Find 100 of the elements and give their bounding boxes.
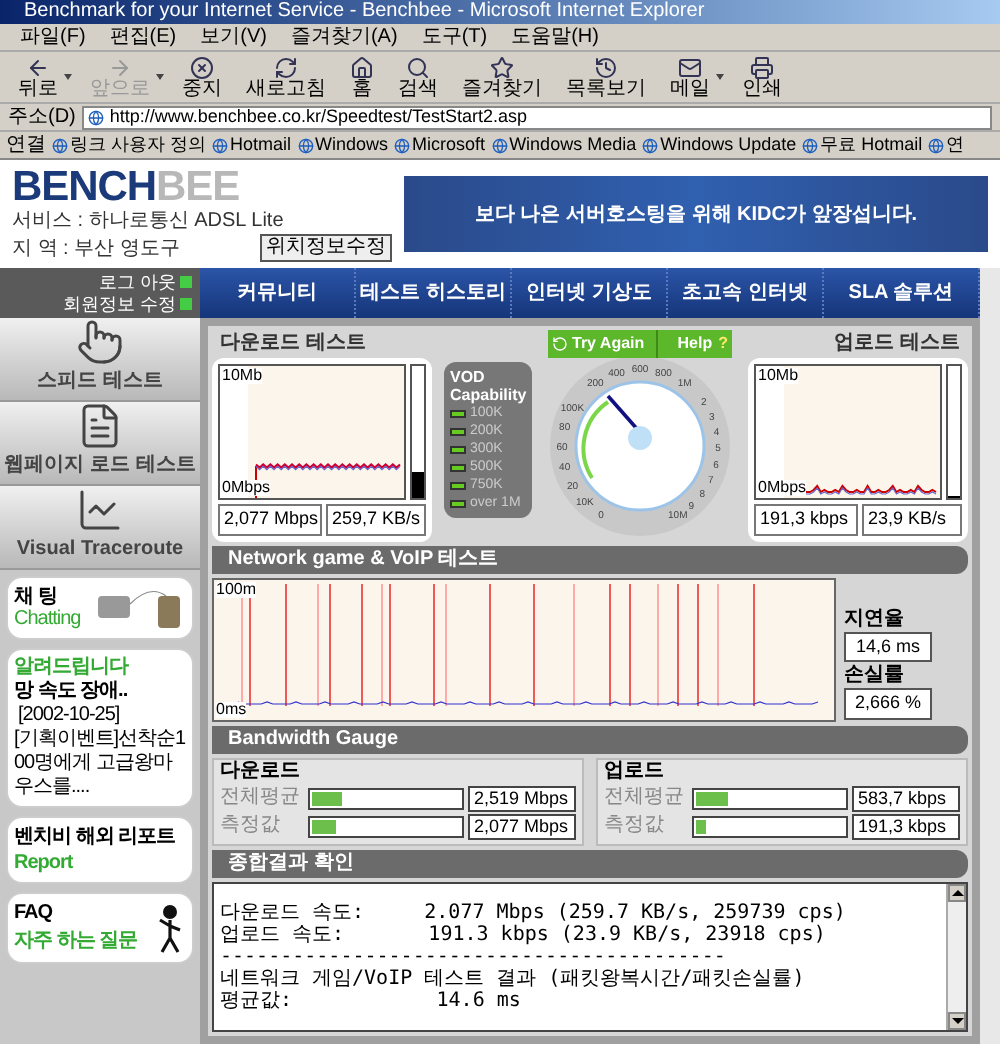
gauge-value: 191,3 kbps [852, 813, 960, 839]
result-line: 업로드 속도: 191.3 kbps (23.9 KB/s, 23918 cps) [220, 923, 826, 946]
sidebar-item[interactable]: 스피드 테스트 [0, 318, 200, 402]
link-item[interactable]: 연 [928, 136, 965, 154]
menu-item[interactable]: 파일(F) [20, 27, 86, 47]
sidebar-item[interactable]: Visual Traceroute [0, 486, 200, 570]
link-item[interactable]: Hotmail [212, 136, 292, 154]
result-line: ------------------------------------------ [220, 945, 728, 968]
page-icon [87, 109, 104, 125]
service-info: 서비스 : 하나로통신 ADSL Lite [12, 210, 286, 232]
rate-readout: 259,7 KB/s [326, 504, 426, 535]
page-icon [297, 137, 314, 153]
link-item[interactable]: Windows Update [642, 136, 797, 154]
loss-label: 손실률 [844, 664, 906, 686]
scroll-up-icon[interactable] [948, 883, 966, 901]
gauge-label: 측정값 [220, 814, 282, 838]
stop-icon [190, 55, 214, 79]
link-item[interactable]: Windows [297, 136, 389, 154]
account-link[interactable]: 회원정보 수정 [62, 294, 192, 314]
latency-label: 지연율 [844, 607, 906, 629]
link-item[interactable]: 링크 사용자 정의 [52, 136, 207, 154]
link-item[interactable]: 무료 Hotmail [802, 136, 923, 154]
axis-label: 0Mbps [222, 480, 271, 496]
toolbar-button[interactable]: 뒤로 [12, 55, 64, 99]
faq-card[interactable]: FAQ 자주 하는 질문 [6, 892, 194, 964]
toolbar-button[interactable]: 목록보기 [560, 55, 652, 99]
panel-title: 다운로드 테스트 [218, 330, 368, 358]
rate-readout: 23,9 KB/s [862, 504, 962, 535]
gauge-value: 583,7 kbps [852, 785, 960, 811]
page-icon [802, 137, 819, 153]
address-label: 주소(D) [8, 107, 76, 127]
card-title: FAQ [14, 900, 55, 928]
report-card[interactable]: 벤치비 해외 리포트 Report [6, 816, 194, 884]
window-title: Benchmark for your Internet Service - Benchbee - Microsoft Internet Explorer [0, 0, 1000, 24]
printer-icon [750, 55, 774, 79]
section-header: 종합결과 확인 [212, 849, 968, 877]
gauge-value: 2,077 Mbps [468, 813, 576, 839]
line-chart-icon [76, 486, 124, 534]
home-icon [350, 55, 374, 79]
menu-item[interactable]: 도움말(H) [511, 27, 599, 47]
notice-date: [2002-10-25] [16, 704, 122, 728]
axis-label: 10Mb [758, 368, 799, 384]
menu-item[interactable]: 도구(T) [421, 27, 488, 47]
card-title: 벤치비 해외 리포트 [14, 824, 178, 850]
search-icon [406, 55, 430, 79]
thinking-figure-drawing [154, 902, 186, 954]
result-line: 다운로드 속도: 2.077 Mbps (259.7 KB/s, 259739 cps) [220, 901, 848, 924]
result-line: 네트워크 게임/VoIP 테스트 결과 (패킷왕복시간/패킷손실률) [220, 967, 807, 990]
scroll-down-icon[interactable] [948, 1012, 966, 1030]
menu-item[interactable]: 보기(V) [200, 27, 267, 47]
chat-card[interactable]: 채 팅 Chatting [6, 576, 194, 640]
gauge-label: 전체평균 [604, 786, 686, 810]
location-edit-button[interactable]: 위치정보수정 [260, 234, 392, 262]
arrow-left-icon [26, 55, 50, 79]
toolbar-button[interactable]: 홈 [344, 55, 380, 99]
toolbar-button[interactable]: 검색 [392, 55, 444, 99]
toolbar-button[interactable]: 즐겨찾기 [456, 55, 548, 99]
link-item[interactable]: Windows Media [491, 136, 637, 154]
result-line: 평균값: 14.6 ms [220, 989, 523, 1012]
logo: BENCH [12, 166, 157, 208]
account-link[interactable]: 로그 아웃 [98, 272, 192, 292]
menu-item[interactable]: 편집(E) [109, 27, 177, 47]
speed-readout: 191,3 kbps [754, 504, 858, 535]
toolbar-button[interactable]: 인쇄 [736, 55, 788, 99]
toolbar-button[interactable]: 새로고침 [240, 55, 332, 99]
card-subtitle: Chatting [14, 608, 81, 630]
page-icon [928, 137, 945, 153]
toolbar-button[interactable]: 중지 [176, 55, 228, 99]
card-title: 채 팅 [14, 586, 59, 608]
sidebar-item[interactable]: 웹페이지 로드 테스트 [0, 402, 200, 486]
toolbar-button[interactable]: 메일 [664, 55, 716, 99]
axis-label: 0Mbps [758, 480, 807, 496]
vod-title: VOD Capability [450, 368, 526, 404]
gauge-label: 측정값 [604, 814, 666, 838]
page-icon [52, 137, 68, 153]
clock-icon [594, 55, 618, 79]
links-label: 연결 [6, 135, 46, 155]
latency-value: 14,6 ms [844, 631, 932, 662]
address-field[interactable]: http://www.benchbee.co.kr/Speedtest/TestStart2.asp [81, 105, 992, 129]
notice-headline: 망 속도 장애.. [14, 680, 130, 704]
star-icon [490, 55, 514, 79]
gauge-label: 전체평균 [220, 786, 302, 810]
ad-banner[interactable]: 보다 나은 서버호스팅을 위해 KIDC가 앞장섭니다. [404, 176, 988, 252]
dropdown-arrow-icon[interactable] [64, 74, 72, 80]
refresh-icon [274, 55, 298, 79]
page-icon [642, 137, 659, 153]
dropdown-arrow-icon[interactable] [716, 74, 724, 80]
page-icon [212, 137, 229, 153]
notice-card[interactable]: 알려드립니다 망 속도 장애.. [2002-10-25] [기획이벤트]선착순100명에게 고급왕마우스를.... [6, 648, 194, 808]
region-info: 지 역 : 부산 영도구 [12, 237, 180, 259]
scrollbar[interactable] [946, 883, 966, 1030]
group-title: 다운로드 [220, 759, 302, 783]
link-item[interactable]: Microsoft [394, 136, 486, 154]
page-icon [491, 137, 508, 153]
hand-cursor-icon [76, 318, 124, 366]
gauge-value: 2,519 Mbps [468, 785, 576, 811]
card-subtitle: 자주 하는 질문 [14, 928, 138, 956]
loss-value: 2,666 % [844, 688, 932, 719]
refresh-icon [552, 336, 568, 352]
menu-item[interactable]: 즐겨찾기(A) [290, 27, 398, 47]
